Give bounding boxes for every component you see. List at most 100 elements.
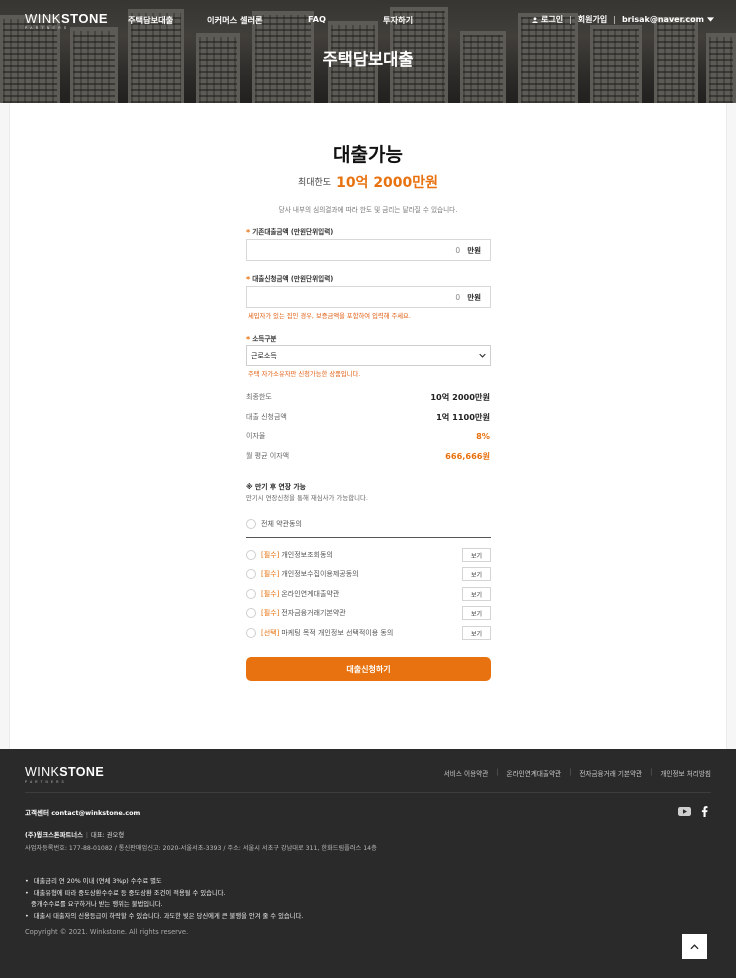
- existing-loan-value[interactable]: 0: [455, 246, 460, 255]
- required-star: *: [246, 275, 251, 284]
- income-type-label: * 소득구분: [246, 335, 277, 344]
- agreement-row: [필수] 개인정보조회동의 보기: [246, 548, 491, 562]
- agreement-row: [필수] 온라인연계대출약관 보기: [246, 587, 491, 601]
- footer-logo[interactable]: WINKSTONE PARTNERS: [25, 766, 104, 784]
- agreement-text: 개인정보수집이용제공동의: [281, 570, 359, 578]
- submit-loan-button[interactable]: 대출신청하기: [246, 657, 491, 681]
- summary-value: 1억 1100만원: [436, 412, 490, 422]
- utility-menu: 로그인 | 회원가입 | brisak@naver.com: [532, 14, 714, 25]
- unit-label: 만원: [467, 292, 481, 302]
- main-area: [0, 103, 736, 749]
- agreement-tag: [필수]: [261, 551, 280, 559]
- customer-center: 고객센터 contact@winkstone.com: [25, 807, 140, 817]
- agree-all-label: 전체 약관동의: [261, 520, 302, 528]
- required-star: *: [246, 228, 251, 237]
- request-amount-input[interactable]: 0 만원: [246, 286, 491, 308]
- agreement-row: [선택] 마케팅 목적 개인정보 선택적이용 동의 보기: [246, 626, 491, 640]
- agreement-tag: [필수]: [261, 609, 280, 617]
- footer-links: 서비스 이용약관 | 온라인연계대출약관 | 전자금융거래 기본약관 | 개인정…: [444, 768, 711, 778]
- scroll-to-top-button[interactable]: [682, 934, 707, 959]
- footer-separator: |: [569, 768, 572, 776]
- extension-title: ※ 만기 후 연장 가능: [246, 483, 306, 491]
- logo-subtitle: PARTNERS: [25, 26, 70, 30]
- disclaimer-item: 대출유형에 따라 중도상환수수료 등 중도상환 조건이 적용될 수 있습니다.: [25, 888, 303, 900]
- agreement-text: 온라인연계대출약관: [281, 590, 340, 598]
- youtube-icon[interactable]: [678, 807, 691, 816]
- view-button[interactable]: 보기: [462, 548, 491, 562]
- chevron-down-icon: [479, 353, 486, 358]
- footer-link-terms[interactable]: 서비스 이용약관: [444, 768, 489, 778]
- footer-link-loan-terms[interactable]: 온라인연계대출약관: [507, 768, 562, 778]
- view-button[interactable]: 보기: [462, 567, 491, 581]
- divider: [246, 537, 491, 538]
- footer-separator: |: [496, 768, 499, 776]
- footer-separator: |: [650, 768, 653, 776]
- agreement-text: 마케팅 목적 개인정보 선택적이용 동의: [281, 629, 394, 637]
- summary-label: 이자율: [246, 432, 266, 440]
- summary-label: 최종한도: [246, 393, 272, 401]
- page-title: 주택담보대출: [322, 50, 414, 69]
- login-link[interactable]: 로그인: [541, 14, 563, 25]
- radio-circle[interactable]: [246, 519, 256, 529]
- radio-circle[interactable]: [246, 589, 256, 599]
- view-button[interactable]: 보기: [462, 626, 491, 640]
- logo[interactable]: WINKSTONE PARTNERS: [25, 12, 108, 31]
- facebook-icon[interactable]: [701, 806, 708, 817]
- summary-row: 월 평균 이자액 666,666원: [246, 450, 490, 462]
- registration-info: 사업자등록번호: 177-88-01082 / 통신판매업신고: 2020-서울…: [25, 845, 377, 852]
- agreement-tag: [필수]: [261, 570, 280, 578]
- income-type-select[interactable]: 근로소득: [246, 345, 491, 366]
- disclaimer-list: 대출금리 연 20% 이내 (연체 3%p) 수수료 별도 대출유형에 따라 중…: [25, 876, 303, 922]
- view-button[interactable]: 보기: [462, 606, 491, 620]
- existing-loan-label: * 기존대출금액 (만원단위입력): [246, 228, 334, 237]
- summary-value: 666,666원: [445, 451, 490, 461]
- disclaimer-item: 대출금리 연 20% 이내 (연체 3%p) 수수료 별도: [25, 876, 303, 888]
- cs-email[interactable]: contact@winkstone.com: [51, 809, 140, 817]
- summary-row: 대출 신청금액 1억 1100만원: [246, 411, 490, 423]
- agree-all-checkbox[interactable]: 전체 약관동의: [246, 519, 302, 529]
- footer-link-efinance-terms[interactable]: 전자금융거래 기본약관: [579, 768, 642, 778]
- summary-value: 10억 2000만원: [430, 392, 490, 402]
- footer-divider: [25, 792, 711, 793]
- nav-item-faq[interactable]: FAQ: [308, 14, 326, 24]
- required-star: *: [246, 335, 251, 344]
- request-amount-value[interactable]: 0: [455, 293, 460, 302]
- logo-bold: STONE: [59, 765, 105, 779]
- util-separator: |: [613, 15, 616, 24]
- existing-loan-input[interactable]: 0 만원: [246, 239, 491, 261]
- nav-item-mortgage[interactable]: 주택담보대출: [128, 14, 173, 26]
- logo-light: WINK: [25, 11, 61, 26]
- max-limit-amount: 10억 2000만원: [336, 175, 439, 191]
- caret-down-icon[interactable]: [707, 17, 714, 22]
- company-ceo: 대표: 권오형: [91, 832, 125, 839]
- nav-item-seller-loan[interactable]: 이커머스 셀러론: [207, 14, 263, 26]
- radio-circle[interactable]: [246, 550, 256, 560]
- radio-circle[interactable]: [246, 628, 256, 638]
- agreement-text: 전자금융거래기본약관: [281, 609, 346, 617]
- user-email-menu[interactable]: brisak@naver.com: [622, 15, 704, 24]
- agreement-text: 개인정보조회동의: [281, 551, 333, 559]
- cs-label: 고객센터: [25, 809, 49, 817]
- radio-circle[interactable]: [246, 608, 256, 618]
- content-card: [9, 103, 727, 749]
- logo-light: WINK: [25, 765, 60, 779]
- radio-circle[interactable]: [246, 569, 256, 579]
- agreement-tag: [선택]: [261, 629, 280, 637]
- nav-item-invest[interactable]: 투자하기: [383, 14, 413, 26]
- summary-row: 이자율 8%: [246, 431, 490, 441]
- user-icon: [532, 16, 538, 23]
- summary-row: 최종한도 10억 2000만원: [246, 391, 490, 403]
- max-limit-label: 최대한도: [297, 178, 332, 188]
- signup-link[interactable]: 회원가입: [578, 14, 607, 25]
- footer-link-privacy[interactable]: 개인정보 처리방침: [660, 768, 711, 778]
- income-type-note: 주택 자가소유자만 신청가능한 상품입니다.: [248, 371, 361, 378]
- summary-label: 월 평균 이자액: [246, 452, 290, 460]
- copyright: Copyright © 2021. Winkstone. All rights …: [25, 928, 189, 936]
- view-button[interactable]: 보기: [462, 587, 491, 601]
- request-amount-label: * 대출신청금액 (만원단위입력): [246, 275, 334, 284]
- logo-subtitle: PARTNERS: [25, 779, 67, 784]
- company-info: (주)윙크스톤파트너스 | 대표: 권오형: [25, 830, 124, 839]
- agreement-row: [필수] 개인정보수집이용제공동의 보기: [246, 567, 491, 581]
- chevron-up-icon: [690, 943, 699, 949]
- disclaimer-item: 중개수수료를 요구하거나 받는 행위는 불법입니다.: [31, 901, 163, 908]
